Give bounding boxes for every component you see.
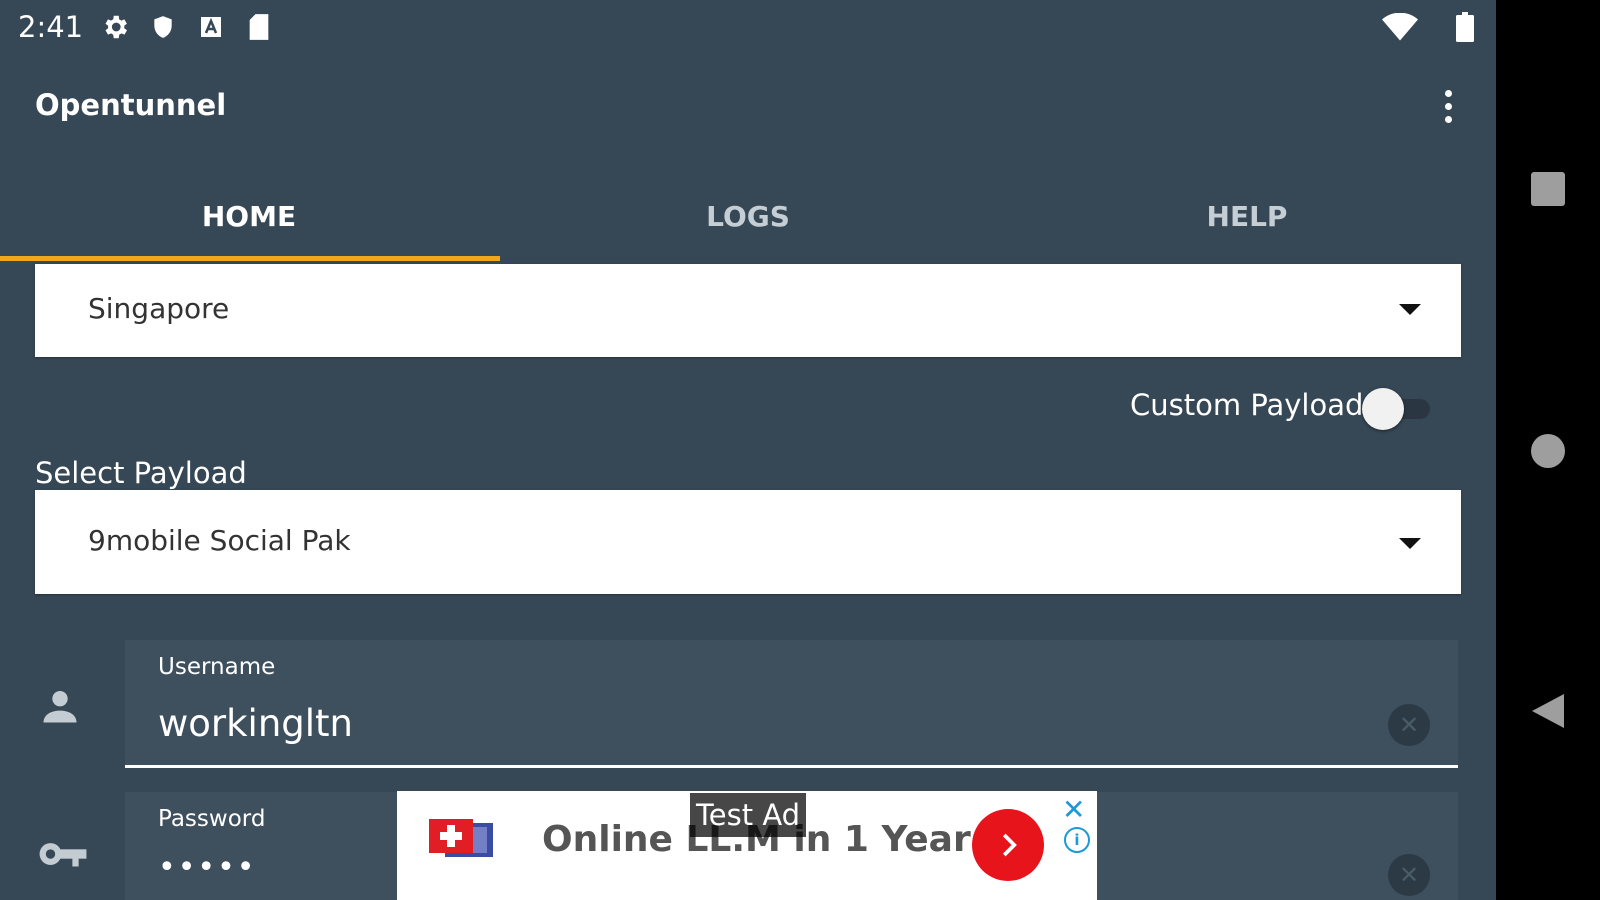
ad-open-button[interactable] — [972, 809, 1044, 881]
ad-info-icon[interactable]: i — [1064, 827, 1090, 853]
recents-button[interactable] — [1531, 172, 1565, 206]
person-icon — [38, 684, 88, 734]
server-dropdown-value: Singapore — [88, 292, 230, 325]
status-bar: 2:41 — [0, 0, 1496, 54]
chevron-right-icon — [1002, 833, 1017, 857]
app-title: Opentunnel — [35, 88, 227, 122]
keyboard-icon — [196, 12, 226, 42]
wifi-icon — [1382, 12, 1418, 42]
payload-dropdown-value: 9mobile Social Pak — [88, 524, 351, 557]
test-ad-badge: Test Ad — [690, 793, 807, 837]
username-label: Username — [158, 654, 276, 680]
settings-icon — [100, 12, 130, 42]
password-label: Password — [158, 806, 266, 832]
ad-close-icon[interactable]: ✕ — [1062, 793, 1085, 826]
password-value: ••••• — [158, 850, 257, 885]
custom-payload-label: Custom Payload — [1130, 388, 1364, 422]
username-value: workingltn — [158, 702, 353, 745]
app-screen: 2:41 Opentunnel HOME LOGS HELP Singapore… — [0, 0, 1496, 900]
back-button[interactable] — [1530, 692, 1566, 734]
username-field[interactable]: Username workingltn ✕ — [125, 640, 1458, 768]
switch-thumb — [1362, 388, 1404, 430]
custom-payload-switch[interactable] — [1362, 387, 1432, 430]
shield-icon — [148, 12, 178, 42]
server-dropdown[interactable]: Singapore — [35, 264, 1461, 357]
clear-username-icon[interactable]: ✕ — [1388, 704, 1430, 746]
tab-home[interactable]: HOME — [0, 170, 498, 262]
select-payload-label: Select Payload — [35, 456, 247, 490]
sd-card-icon — [244, 12, 274, 42]
tab-help[interactable]: HELP — [998, 170, 1496, 262]
dropdown-arrow-icon — [1399, 538, 1421, 549]
clear-password-icon[interactable]: ✕ — [1388, 854, 1430, 896]
dropdown-arrow-icon — [1399, 304, 1421, 315]
active-tab-indicator — [0, 256, 500, 261]
more-options-icon[interactable] — [1430, 84, 1466, 128]
payload-dropdown[interactable]: 9mobile Social Pak — [35, 490, 1461, 594]
ad-logo-icon — [427, 817, 495, 863]
tab-logs[interactable]: LOGS — [499, 170, 997, 262]
username-underline — [125, 765, 1458, 768]
tab-bar: HOME LOGS HELP — [0, 170, 1496, 262]
battery-icon — [1454, 12, 1476, 42]
home-button[interactable] — [1531, 434, 1565, 468]
key-icon — [38, 836, 88, 886]
navigation-bar — [1496, 0, 1600, 900]
status-time: 2:41 — [18, 10, 84, 44]
